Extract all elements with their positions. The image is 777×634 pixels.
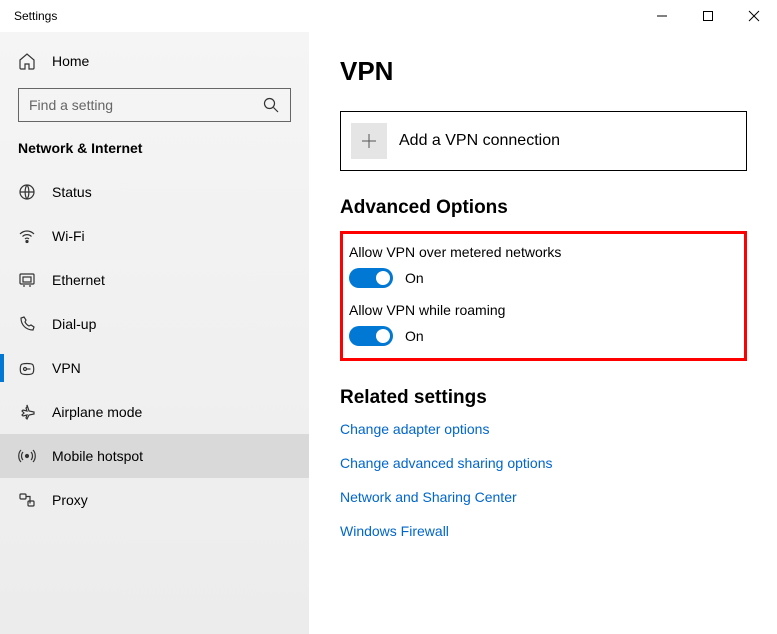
roaming-toggle-label: Allow VPN while roaming	[349, 302, 738, 318]
airplane-icon	[18, 403, 36, 421]
sidebar: Home Network & Internet Status Wi-Fi Eth…	[0, 32, 310, 634]
sidebar-item-ethernet[interactable]: Ethernet	[0, 258, 309, 302]
metered-toggle-state: On	[405, 270, 424, 286]
advanced-options-group: Allow VPN over metered networks On Allow…	[340, 231, 747, 361]
link-sharing-options[interactable]: Change advanced sharing options	[340, 455, 747, 471]
nav-label: Dial-up	[52, 316, 96, 332]
window-controls	[639, 0, 777, 32]
globe-icon	[18, 183, 36, 201]
link-sharing-center[interactable]: Network and Sharing Center	[340, 489, 747, 505]
home-icon	[18, 52, 36, 70]
content-pane: VPN Add a VPN connection Advanced Option…	[310, 32, 777, 634]
sidebar-item-hotspot[interactable]: Mobile hotspot	[0, 434, 309, 478]
sidebar-item-wifi[interactable]: Wi-Fi	[0, 214, 309, 258]
vpn-icon	[18, 359, 36, 377]
nav-label: Airplane mode	[52, 404, 142, 420]
wifi-icon	[18, 227, 36, 245]
nav-label: Ethernet	[52, 272, 105, 288]
nav-label: VPN	[52, 360, 81, 376]
nav-label: Proxy	[52, 492, 88, 508]
ethernet-icon	[18, 271, 36, 289]
plus-icon	[351, 123, 387, 159]
link-windows-firewall[interactable]: Windows Firewall	[340, 523, 747, 539]
close-button[interactable]	[731, 0, 777, 32]
hotspot-icon	[18, 447, 36, 465]
sidebar-item-airplane[interactable]: Airplane mode	[0, 390, 309, 434]
minimize-button[interactable]	[639, 0, 685, 32]
link-adapter-options[interactable]: Change adapter options	[340, 421, 747, 437]
proxy-icon	[18, 491, 36, 509]
section-title: Network & Internet	[0, 140, 309, 170]
sidebar-item-status[interactable]: Status	[0, 170, 309, 214]
phone-icon	[18, 315, 36, 333]
nav-label: Wi-Fi	[52, 228, 85, 244]
sidebar-item-vpn[interactable]: VPN	[0, 346, 309, 390]
search-icon	[262, 96, 280, 114]
sidebar-item-proxy[interactable]: Proxy	[0, 478, 309, 522]
sidebar-item-dialup[interactable]: Dial-up	[0, 302, 309, 346]
search-input[interactable]	[29, 97, 262, 113]
roaming-toggle-state: On	[405, 328, 424, 344]
search-box[interactable]	[18, 88, 291, 122]
nav-label: Status	[52, 184, 92, 200]
metered-toggle-label: Allow VPN over metered networks	[349, 244, 738, 260]
page-heading: VPN	[340, 56, 747, 87]
home-nav[interactable]: Home	[0, 42, 309, 80]
nav-label: Mobile hotspot	[52, 448, 143, 464]
home-label: Home	[52, 53, 89, 69]
maximize-button[interactable]	[685, 0, 731, 32]
related-heading: Related settings	[340, 387, 747, 409]
roaming-toggle[interactable]	[349, 326, 393, 346]
add-vpn-label: Add a VPN connection	[399, 132, 560, 150]
app-title: Settings	[14, 9, 57, 23]
advanced-heading: Advanced Options	[340, 197, 747, 219]
add-vpn-button[interactable]: Add a VPN connection	[340, 111, 747, 171]
metered-toggle[interactable]	[349, 268, 393, 288]
